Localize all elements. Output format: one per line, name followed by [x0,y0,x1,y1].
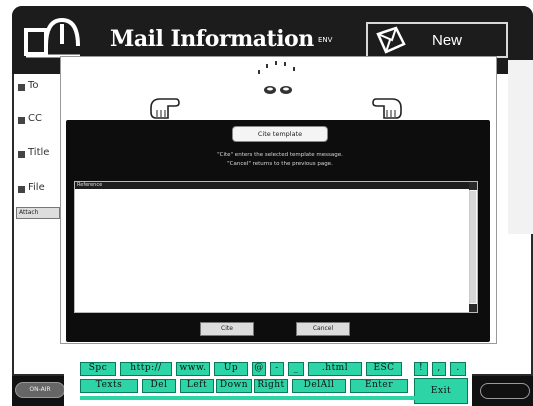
template-list-header: Reference [75,182,469,189]
cite-button[interactable]: Cite [200,322,254,336]
key-del[interactable]: Del [142,379,176,393]
new-button-label: New [432,32,463,49]
header-small-text: ENV [318,36,333,44]
scrollbar-thumb[interactable] [470,191,476,303]
key-right[interactable]: Right [254,379,288,393]
key-period[interactable]: . [450,362,466,376]
scroll-down-arrow-icon[interactable] [469,304,477,312]
key-texts[interactable]: Texts [80,379,138,393]
key-html[interactable]: .html [308,362,362,376]
help-text-cite: "Cite" enters the selected template mess… [217,152,343,158]
left-hand-icon [150,98,180,119]
attach-button[interactable]: Attach [16,207,60,219]
character-icon [258,61,295,94]
bullet-icon [18,84,25,91]
right-hand-icon [372,98,402,119]
key-esc[interactable]: ESC [366,362,402,376]
help-text-cancel: "Cancel" returns to the previous page. [227,161,333,167]
dialog-title: Cite template [232,126,328,142]
new-envelope-icon [376,26,406,54]
field-label-cc: CC [28,113,42,124]
status-right-button[interactable] [480,383,530,399]
key-http[interactable]: http:// [120,362,172,376]
cancel-button[interactable]: Cancel [296,322,350,336]
status-left-button[interactable]: ON-AIR [15,382,65,398]
key-space[interactable]: Spc [80,362,116,376]
field-label-to: To [28,80,39,91]
key-up[interactable]: Up [214,362,248,376]
bullet-icon [18,151,25,158]
right-panel [508,60,533,234]
keyboard-base-strip [80,396,422,400]
key-at[interactable]: @ [252,362,266,376]
bullet-icon [18,117,25,124]
template-list[interactable] [74,181,478,313]
key-underscore[interactable]: _ [288,362,304,376]
key-exit[interactable]: Exit [414,378,468,404]
key-hyphen[interactable]: - [270,362,284,376]
key-comma[interactable]: , [432,362,446,376]
field-label-file: File [28,182,45,193]
page-title: Mail Information [110,26,314,52]
key-delall[interactable]: DelAll [292,379,346,393]
scroll-up-arrow-icon[interactable] [469,182,477,190]
key-down[interactable]: Down [216,379,252,393]
field-label-title: Title [28,147,50,158]
key-left[interactable]: Left [180,379,214,393]
key-www[interactable]: www. [176,362,210,376]
bullet-icon [18,186,25,193]
key-enter[interactable]: Enter [350,379,408,393]
envelope-icon [24,17,80,58]
key-exclamation[interactable]: ! [414,362,428,376]
